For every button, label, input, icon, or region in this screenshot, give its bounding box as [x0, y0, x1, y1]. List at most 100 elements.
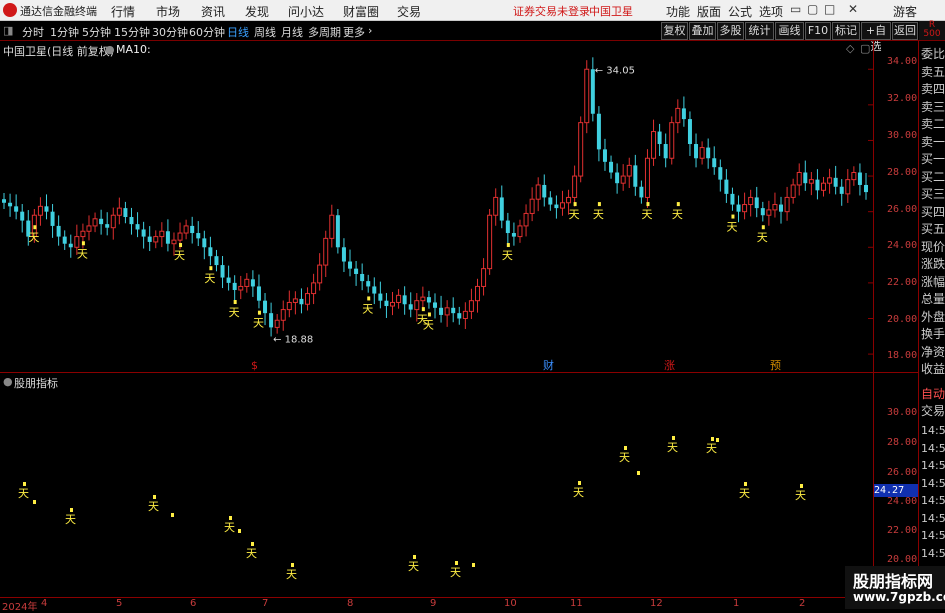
btn-back[interactable]: 返回	[892, 22, 918, 40]
candle-body[interactable]	[718, 167, 723, 180]
r-indicator[interactable]: R 500	[919, 21, 945, 40]
candle-body[interactable]	[644, 157, 650, 198]
candle-body[interactable]	[323, 237, 329, 266]
candle-body[interactable]	[669, 122, 675, 159]
btn-duogu[interactable]: 多股	[717, 22, 744, 40]
menu-item-zixun[interactable]: 资讯	[201, 3, 225, 20]
maximize-icon[interactable]: □	[824, 2, 835, 16]
candle-body[interactable]	[226, 277, 231, 283]
candle-body[interactable]	[554, 204, 559, 209]
candle-body[interactable]	[171, 239, 177, 245]
candle-body[interactable]	[378, 293, 383, 301]
menu-xuanxiang[interactable]: 选项	[759, 3, 783, 20]
login-warning[interactable]: 证券交易未登录	[513, 3, 590, 19]
menu-item-faxian[interactable]: 发现	[245, 3, 269, 20]
candle-body[interactable]	[202, 238, 207, 248]
candle-body[interactable]	[263, 300, 268, 314]
candle-body[interactable]	[663, 144, 668, 159]
candle-body[interactable]	[790, 184, 796, 198]
candle-body[interactable]	[779, 204, 784, 212]
candle-body[interactable]	[535, 184, 541, 200]
candle-body[interactable]	[274, 319, 280, 328]
period-30min[interactable]: 30分钟	[152, 24, 188, 40]
panel-toggle-icon[interactable]: ◨	[3, 24, 13, 37]
candle-body[interactable]	[56, 225, 61, 237]
quote-row[interactable]: 换手	[921, 325, 945, 342]
candle-body[interactable]	[329, 214, 335, 239]
candle-body[interactable]	[772, 204, 778, 211]
candle-body[interactable]	[766, 209, 772, 216]
close-icon[interactable]: ✕	[848, 2, 858, 16]
quote-row[interactable]: 现价	[921, 238, 945, 255]
candle-body[interactable]	[851, 172, 857, 181]
period-fenshi[interactable]: 分时	[22, 24, 44, 40]
candle-body[interactable]	[523, 212, 529, 227]
candle-body[interactable]	[311, 282, 317, 295]
period-more[interactable]: 更多	[343, 24, 365, 40]
period-60min[interactable]: 60分钟	[189, 24, 225, 40]
period-monthly[interactable]: 月线	[281, 24, 303, 40]
candle-body[interactable]	[754, 197, 759, 209]
quote-row[interactable]: 卖一	[921, 133, 945, 150]
candle-body[interactable]	[402, 295, 407, 305]
candle-body[interactable]	[433, 302, 437, 308]
candle-body[interactable]	[214, 256, 219, 266]
trade-item[interactable]: 交易	[921, 402, 945, 419]
candle-body[interactable]	[505, 220, 510, 234]
candle-body[interactable]	[37, 205, 43, 216]
candle-body[interactable]	[292, 298, 298, 303]
candle-body[interactable]	[250, 279, 255, 287]
candle-body[interactable]	[8, 202, 13, 207]
period-weekly[interactable]: 周线	[254, 24, 276, 40]
btn-diejia[interactable]: 叠加	[689, 22, 716, 40]
candle-body[interactable]	[116, 207, 122, 216]
btn-fuquan[interactable]: 复权	[661, 22, 688, 40]
quote-row[interactable]: 涨幅	[921, 273, 945, 290]
candle-body[interactable]	[129, 217, 134, 225]
candle-body[interactable]	[584, 68, 590, 124]
candle-body[interactable]	[748, 196, 754, 206]
candle-body[interactable]	[269, 313, 274, 328]
candle-body[interactable]	[360, 273, 365, 282]
candle-body[interactable]	[803, 172, 808, 184]
btn-add-watchlist[interactable]: +自选	[861, 22, 891, 53]
quote-row[interactable]: 买五	[921, 220, 945, 237]
more-chevron-icon[interactable]: ›	[368, 24, 372, 37]
menu-item-jiaoyi[interactable]: 交易	[397, 3, 421, 20]
candle-body[interactable]	[487, 214, 493, 270]
candle-body[interactable]	[633, 165, 638, 187]
candle-body[interactable]	[135, 224, 140, 230]
btn-f10[interactable]: F10	[805, 22, 831, 40]
candle-body[interactable]	[845, 179, 851, 195]
candle-body[interactable]	[232, 282, 237, 291]
candle-body[interactable]	[760, 208, 765, 216]
candle-body[interactable]	[50, 211, 55, 226]
candle-body[interactable]	[687, 119, 692, 145]
candle-body[interactable]	[796, 172, 802, 186]
candle-body[interactable]	[86, 225, 92, 232]
candle-body[interactable]	[517, 225, 523, 238]
candle-body[interactable]	[578, 122, 584, 177]
btn-huaxian[interactable]: 画线	[775, 22, 804, 40]
trade-item[interactable]: 自动	[921, 385, 945, 402]
candle-body[interactable]	[110, 214, 116, 229]
candle-body[interactable]	[44, 206, 49, 212]
candle-body[interactable]	[827, 177, 833, 184]
menu-item-hangqing[interactable]: 行情	[111, 3, 135, 20]
candle-body[interactable]	[493, 196, 499, 216]
candle-body[interactable]	[833, 177, 838, 187]
candle-body[interactable]	[572, 175, 578, 198]
quote-row[interactable]: 收益	[921, 360, 945, 377]
candle-body[interactable]	[372, 286, 377, 294]
candle-body[interactable]	[457, 313, 462, 319]
candle-body[interactable]	[784, 196, 790, 213]
candle-body[interactable]	[305, 293, 311, 305]
candle-body[interactable]	[620, 175, 626, 184]
candle-body[interactable]	[808, 179, 814, 184]
menu-banmian[interactable]: 版面	[697, 3, 721, 20]
quote-row[interactable]: 卖四	[921, 80, 945, 97]
candle-body[interactable]	[420, 296, 426, 302]
candle-body[interactable]	[815, 179, 820, 191]
period-15min[interactable]: 15分钟	[114, 24, 150, 40]
sub-chart-panel[interactable]: ● 股朋指标 天天天天天天天天天天天天天天	[0, 373, 874, 597]
